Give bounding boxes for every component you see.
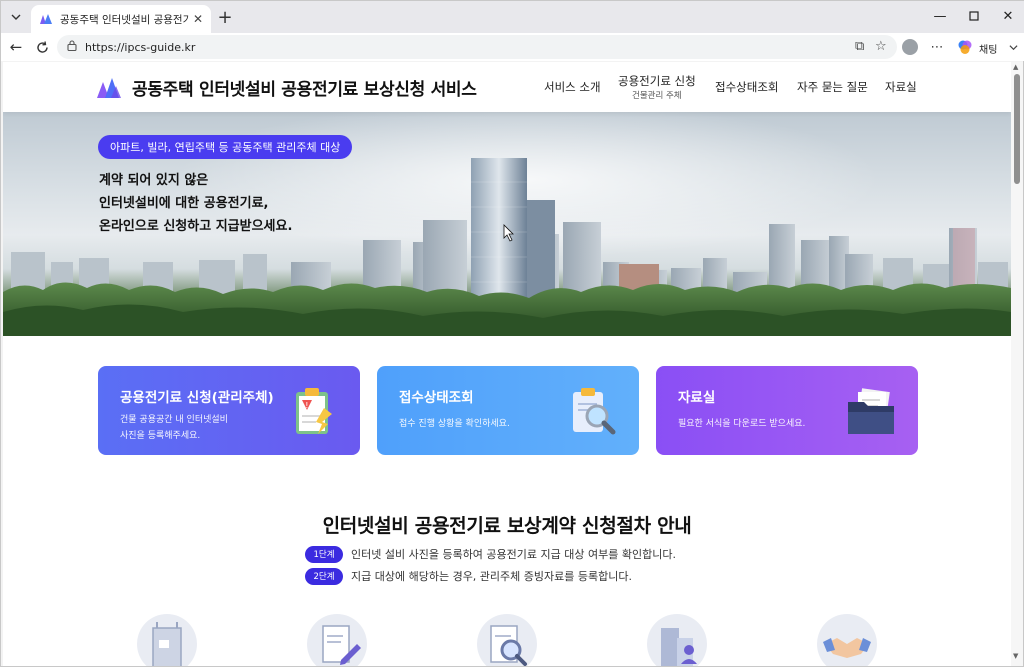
- building-manager-icon: [647, 614, 707, 666]
- site-title[interactable]: 공동주택 인터넷설비 공용전기료 보상신청 서비스: [132, 75, 477, 100]
- card-desc-line: 접수 진행 상황을 확인하세요.: [399, 419, 510, 429]
- hero-line: 온라인으로 신청하고 지급받으세요.: [99, 219, 293, 234]
- chevron-down-icon: [11, 14, 21, 20]
- svg-text:!: !: [305, 401, 308, 410]
- tab-list-button[interactable]: [5, 6, 27, 28]
- clipboard-warning-icon: !: [296, 388, 332, 434]
- refresh-button[interactable]: [31, 36, 53, 58]
- clipboard-search-icon: [573, 388, 616, 435]
- nav-apply[interactable]: 공용전기료 신청: [618, 73, 696, 89]
- nav-faq[interactable]: 자주 묻는 질문: [797, 79, 868, 95]
- nav-status[interactable]: 접수상태조회: [715, 79, 778, 95]
- scroll-down-icon[interactable]: ▼: [1013, 652, 1018, 660]
- nav-library[interactable]: 자료실: [885, 79, 917, 95]
- browser-toolbar: ← https://ipcs-guide.kr ⧉ ☆ ⋯ 채팅: [1, 33, 1024, 61]
- hero-line: 인터넷설비에 대한 공용전기료,: [99, 196, 269, 211]
- refresh-icon: [36, 40, 48, 53]
- copilot-icon: [958, 40, 972, 54]
- site-header: 공동주택 인터넷설비 공용전기료 보상신청 서비스 서비스 소개 공용전기료 신…: [3, 62, 1011, 112]
- apply-card[interactable]: 공용전기료 신청(관리주체) 건물 공용공간 내 인터넷설비 사진을 등록해주세…: [98, 366, 360, 455]
- scrollbar-thumb[interactable]: [1014, 74, 1020, 184]
- document-write-icon: [307, 614, 367, 666]
- lock-icon: [67, 40, 77, 54]
- document-search-icon: [477, 614, 537, 666]
- card-desc-line: 건물 공용공간 내 인터넷설비: [120, 415, 228, 425]
- window-close-button[interactable]: ✕: [991, 5, 1024, 27]
- status-check-card[interactable]: 접수상태조회 접수 진행 상황을 확인하세요.: [377, 366, 639, 455]
- card-desc-line: 필요한 서식을 다운로드 받으세요.: [678, 419, 806, 429]
- active-tab[interactable]: 공동주택 인터넷설비 공용전기료 보 ✕: [31, 5, 211, 33]
- target-audience-badge: 아파트, 빌라, 연립주택 등 공동주택 관리주체 대상: [98, 135, 353, 159]
- scroll-up-icon[interactable]: ▲: [1013, 63, 1018, 71]
- hero-headline: 계약 되어 있지 않은 인터넷설비에 대한 공용전기료, 온라인으로 신청하고 …: [99, 169, 292, 238]
- card-description: 필요한 서식을 다운로드 받으세요.: [678, 416, 805, 432]
- browser-window: 공동주택 인터넷설비 공용전기료 보 ✕ + — ✕ ← https://ipc…: [0, 0, 1024, 667]
- step-text: 지급 대상에 해당하는 경우, 관리주체 증빙자료를 등록합니다.: [351, 570, 632, 583]
- step-text: 인터넷 설비 사진을 등록하여 공용전기료 지급 대상 여부를 확인합니다.: [351, 548, 676, 561]
- profile-button[interactable]: [900, 37, 920, 57]
- equipment-photo-icon: [137, 614, 197, 666]
- hero-line: 계약 되어 있지 않은: [99, 173, 209, 188]
- card-title: 접수상태조회: [399, 390, 474, 406]
- step-badge: 1단계: [305, 545, 343, 563]
- url-text: https://ipcs-guide.kr: [85, 40, 196, 54]
- new-tab-button[interactable]: +: [215, 7, 235, 28]
- chat-label[interactable]: 채팅: [979, 41, 997, 56]
- card-desc-line: 사진을 등록해주세요.: [120, 431, 201, 441]
- address-bar[interactable]: https://ipcs-guide.kr ⧉ ☆: [57, 35, 897, 59]
- more-menu-icon[interactable]: ⋯: [927, 37, 947, 57]
- hero-banner: 아파트, 빌라, 연립주택 등 공동주택 관리주체 대상 계약 되어 있지 않은…: [3, 112, 1011, 336]
- minimize-button[interactable]: —: [923, 5, 957, 27]
- step-row: 2단계 지급 대상에 해당하는 경우, 관리주체 증빙자료를 등록합니다.: [305, 567, 632, 585]
- sidebar-toggle-icon[interactable]: [1003, 37, 1023, 57]
- handshake-icon: [817, 614, 877, 666]
- card-description: 접수 진행 상황을 확인하세요.: [399, 416, 510, 432]
- step-badge: 2단계: [305, 567, 343, 585]
- copilot-button[interactable]: [955, 37, 975, 57]
- page-viewport: 공동주택 인터넷설비 공용전기료 보상신청 서비스 서비스 소개 공용전기료 신…: [3, 62, 1011, 666]
- site-logo-icon[interactable]: [97, 76, 121, 98]
- back-button[interactable]: ←: [5, 36, 27, 58]
- library-card[interactable]: 자료실 필요한 서식을 다운로드 받으세요.: [656, 366, 918, 455]
- close-icon[interactable]: ✕: [193, 12, 203, 26]
- card-title: 자료실: [678, 390, 716, 406]
- step-row: 1단계 인터넷 설비 사진을 등록하여 공용전기료 지급 대상 여부를 확인합니…: [305, 545, 676, 563]
- procedure-title: 인터넷설비 공용전기료 보상계약 신청절차 안내: [322, 515, 692, 537]
- maximize-icon: [969, 11, 979, 21]
- card-title: 공용전기료 신청(관리주체): [120, 390, 274, 406]
- page-scrollbar[interactable]: ▲ ▼: [1011, 62, 1023, 666]
- tab-title: 공동주택 인터넷설비 공용전기료 보: [60, 13, 189, 26]
- tab-strip: 공동주택 인터넷설비 공용전기료 보 ✕ + — ✕: [1, 1, 1024, 33]
- site-favicon-icon: [40, 14, 52, 24]
- nav-apply-sub: 건물관리 주체: [632, 91, 682, 101]
- nav-service-intro[interactable]: 서비스 소개: [544, 79, 601, 95]
- split-screen-icon[interactable]: ⧉: [855, 39, 864, 54]
- favorite-star-icon[interactable]: ☆: [875, 39, 887, 54]
- card-description: 건물 공용공간 내 인터넷설비 사진을 등록해주세요.: [120, 412, 228, 444]
- maximize-button[interactable]: [957, 5, 991, 27]
- folder-documents-icon: [848, 388, 894, 434]
- avatar: [902, 39, 918, 55]
